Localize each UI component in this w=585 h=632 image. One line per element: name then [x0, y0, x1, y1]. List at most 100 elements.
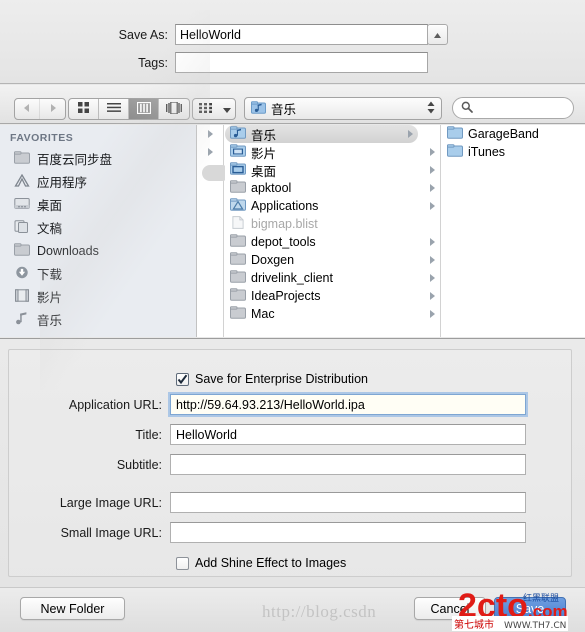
view-mode-column-view[interactable] — [129, 99, 159, 119]
arrange-button[interactable] — [192, 98, 236, 120]
chevron-right-icon — [430, 256, 435, 264]
browser-row[interactable]: depot_tools — [225, 233, 440, 251]
chevron-right-icon — [430, 166, 435, 174]
view-mode-coverflow-view[interactable] — [159, 99, 189, 119]
browser-row[interactable]: Applications — [225, 197, 440, 215]
chevron-right-icon — [408, 130, 413, 138]
arrange-icon-wrap — [193, 99, 219, 119]
browser-row[interactable]: bigmap.blist — [225, 215, 440, 233]
browser-row[interactable]: Mac — [225, 305, 440, 323]
triangle-up-icon — [433, 28, 442, 42]
browser-column-0 — [198, 125, 230, 337]
browser-row[interactable]: GarageBand — [442, 125, 585, 143]
sidebar-item-2[interactable]: 应用程序 — [0, 170, 196, 193]
browser-column-1: 音乐影片桌面 apktool Applications bigmap.blist dep… — [225, 125, 441, 337]
music-note-icon — [14, 311, 30, 328]
accessory-field-row: Title: — [24, 424, 526, 445]
sidebar: FAVORITES 百度云同步盘 应用程序 桌面 文稿 Downloads 下载 影片 音乐 — [0, 125, 197, 337]
forward-button[interactable] — [40, 99, 65, 119]
browser-row[interactable]: 影片 — [225, 143, 440, 161]
browser-row-label: Doxgen — [251, 253, 295, 267]
view-mode-icon-view[interactable] — [69, 99, 99, 119]
accessory-panel: Save for Enterprise Distribution Applica… — [0, 338, 585, 587]
applications-icon — [14, 173, 30, 190]
browser-column-2: GarageBand iTunes — [442, 125, 585, 337]
accessory-field-label: Subtitle: — [116, 457, 162, 472]
sidebar-item-6[interactable]: 下载 — [0, 262, 196, 285]
accessory-field-input[interactable] — [170, 424, 526, 445]
documents-icon — [14, 219, 30, 236]
movies-folder-icon — [230, 144, 246, 160]
chevron-right-icon — [430, 238, 435, 246]
desktop-icon — [14, 197, 30, 213]
chevron-right-icon — [430, 148, 435, 156]
accessory-field-input[interactable] — [170, 522, 526, 543]
sidebar-item-5[interactable]: Downloads — [0, 239, 196, 262]
save-as-input[interactable] — [175, 24, 428, 45]
accessory-field-row: Large Image URL: — [24, 492, 526, 513]
browser-row-label: 影片 — [251, 146, 277, 161]
path-popup-label: 音乐 — [271, 103, 297, 117]
arrange-icon — [199, 102, 213, 116]
movies-film-icon — [14, 288, 30, 305]
browser-row[interactable]: 桌面 — [225, 161, 440, 179]
browser-row[interactable]: IdeaProjects — [225, 287, 440, 305]
sidebar-item-1[interactable]: 百度云同步盘 — [0, 147, 196, 170]
accessory-field-input[interactable] — [170, 492, 526, 513]
browser-row[interactable]: 音乐 — [225, 125, 418, 143]
chevron-down-icon — [222, 102, 231, 116]
folder-icon — [230, 288, 246, 304]
sidebar-item-7[interactable]: 影片 — [0, 285, 196, 308]
checkbox-icon-enterprise[interactable] — [176, 372, 189, 386]
browser-row-label: drivelink_client — [251, 271, 333, 285]
path-popup-button[interactable]: 音乐 — [244, 97, 442, 120]
applications-folder-icon — [230, 198, 246, 214]
cancel-button[interactable]: Cancel — [414, 597, 486, 620]
folder-icon — [14, 242, 30, 259]
browser-row[interactable]: Doxgen — [225, 251, 440, 269]
browser-row[interactable]: iTunes — [442, 143, 585, 161]
browser-row-label: 桌面 — [251, 164, 277, 179]
up-down-arrows-icon — [427, 101, 435, 114]
list-icon — [106, 102, 121, 116]
tags-label: Tags: — [138, 55, 168, 70]
search-field[interactable] — [452, 97, 574, 119]
browser-column-0-row[interactable] — [198, 143, 223, 161]
back-arrow-icon — [23, 102, 31, 116]
folder-icon — [447, 144, 463, 160]
browser-column-0-row[interactable] — [198, 125, 223, 143]
tags-input[interactable] — [175, 52, 428, 73]
columns-icon — [136, 101, 151, 117]
view-mode-segment — [68, 98, 190, 120]
sidebar-item-4[interactable]: 文稿 — [0, 216, 196, 239]
accessory-field-input[interactable] — [170, 454, 526, 475]
sidebar-item-3[interactable]: 桌面 — [0, 193, 196, 216]
folder-icon — [230, 234, 246, 250]
sidebar-item-label: 音乐 — [37, 314, 63, 328]
enterprise-checkbox-label: Save for Enterprise Distribution — [195, 372, 368, 386]
folder-icon — [230, 306, 246, 322]
browser-row-label: iTunes — [468, 145, 506, 159]
shine-checkbox-row[interactable]: Add Shine Effect to Images — [176, 556, 346, 570]
save-as-row: Save As: — [108, 24, 428, 45]
folder-icon — [230, 252, 246, 268]
chevron-right-icon — [430, 202, 435, 210]
sidebar-item-8[interactable]: 音乐 — [0, 308, 196, 331]
search-icon — [461, 101, 473, 116]
new-folder-button[interactable]: New Folder — [20, 597, 125, 620]
shine-checkbox-label: Add Shine Effect to Images — [195, 556, 347, 570]
browser-row[interactable]: drivelink_client — [225, 269, 440, 287]
save-as-expand-button[interactable] — [427, 24, 448, 45]
back-button[interactable] — [15, 99, 40, 119]
sidebar-item-label: Downloads — [37, 243, 99, 258]
view-mode-list-view[interactable] — [99, 99, 129, 119]
accessory-field-input[interactable] — [170, 394, 526, 415]
tags-row: Tags: — [108, 52, 428, 73]
checkbox-icon-shine[interactable] — [176, 556, 189, 570]
sidebar-item-list: 百度云同步盘 应用程序 桌面 文稿 Downloads 下载 影片音乐 — [0, 147, 196, 331]
enterprise-checkbox-row[interactable]: Save for Enterprise Distribution — [176, 372, 368, 386]
browser-row[interactable]: apktool — [225, 179, 440, 197]
save-button[interactable]: Save — [494, 597, 566, 620]
accessory-field-label: Title: — [135, 427, 162, 442]
chevron-right-icon — [430, 292, 435, 300]
